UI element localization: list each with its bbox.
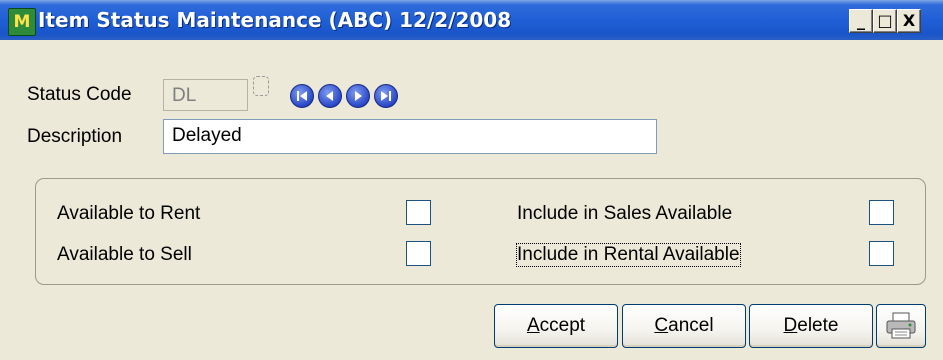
- app-logo-glyph: M: [13, 12, 31, 32]
- previous-record-button[interactable]: [318, 84, 342, 108]
- window-title: Item Status Maintenance (ABC) 12/2/2008: [38, 8, 512, 32]
- delete-label: elete: [797, 315, 839, 336]
- available-to-rent-checkbox[interactable]: [406, 200, 431, 225]
- delete-button[interactable]: Delete: [749, 304, 873, 348]
- previous-record-icon: [326, 91, 333, 101]
- maximize-button[interactable]: □: [873, 9, 897, 33]
- printer-icon: [886, 312, 916, 339]
- accept-mnemonic: A: [526, 315, 540, 336]
- first-record-button[interactable]: [290, 84, 314, 108]
- minimize-button[interactable]: _: [849, 9, 873, 33]
- print-button[interactable]: [876, 304, 926, 348]
- cancel-mnemonic: C: [654, 315, 669, 336]
- include-sales-available-checkbox[interactable]: [869, 200, 894, 225]
- accept-button[interactable]: Accept: [494, 304, 618, 348]
- minimize-icon: _: [857, 11, 865, 30]
- description-field[interactable]: Delayed: [163, 119, 657, 154]
- title-bar[interactable]: M Item Status Maintenance (ABC) 12/2/200…: [0, 0, 943, 40]
- app-logo-icon[interactable]: M: [8, 8, 36, 36]
- cancel-button[interactable]: Cancel: [622, 304, 746, 348]
- maximize-icon: □: [877, 11, 893, 30]
- close-icon: X: [902, 11, 916, 30]
- accept-label: ccept: [539, 315, 586, 336]
- delete-mnemonic: D: [783, 315, 798, 336]
- include-sales-available-label: Include in Sales Available: [517, 203, 733, 224]
- available-to-rent-label: Available to Rent: [57, 203, 201, 224]
- available-to-sell-label: Available to Sell: [57, 244, 192, 265]
- next-record-button[interactable]: [346, 84, 370, 108]
- description-label: Description: [27, 126, 123, 147]
- status-code-label: Status Code: [27, 84, 132, 105]
- close-button[interactable]: X: [897, 9, 921, 33]
- cancel-label: ancel: [668, 315, 714, 336]
- include-rental-available-label: Include in Rental Available: [516, 243, 741, 267]
- last-record-button[interactable]: [374, 84, 398, 108]
- available-to-sell-checkbox[interactable]: [406, 241, 431, 266]
- include-rental-available-checkbox[interactable]: [869, 241, 894, 266]
- options-group: [35, 178, 926, 285]
- last-record-icon: [381, 91, 391, 101]
- lookup-icon[interactable]: [253, 76, 269, 96]
- next-record-icon: [355, 91, 362, 101]
- first-record-icon: [297, 91, 307, 101]
- status-code-field[interactable]: DL: [163, 79, 248, 111]
